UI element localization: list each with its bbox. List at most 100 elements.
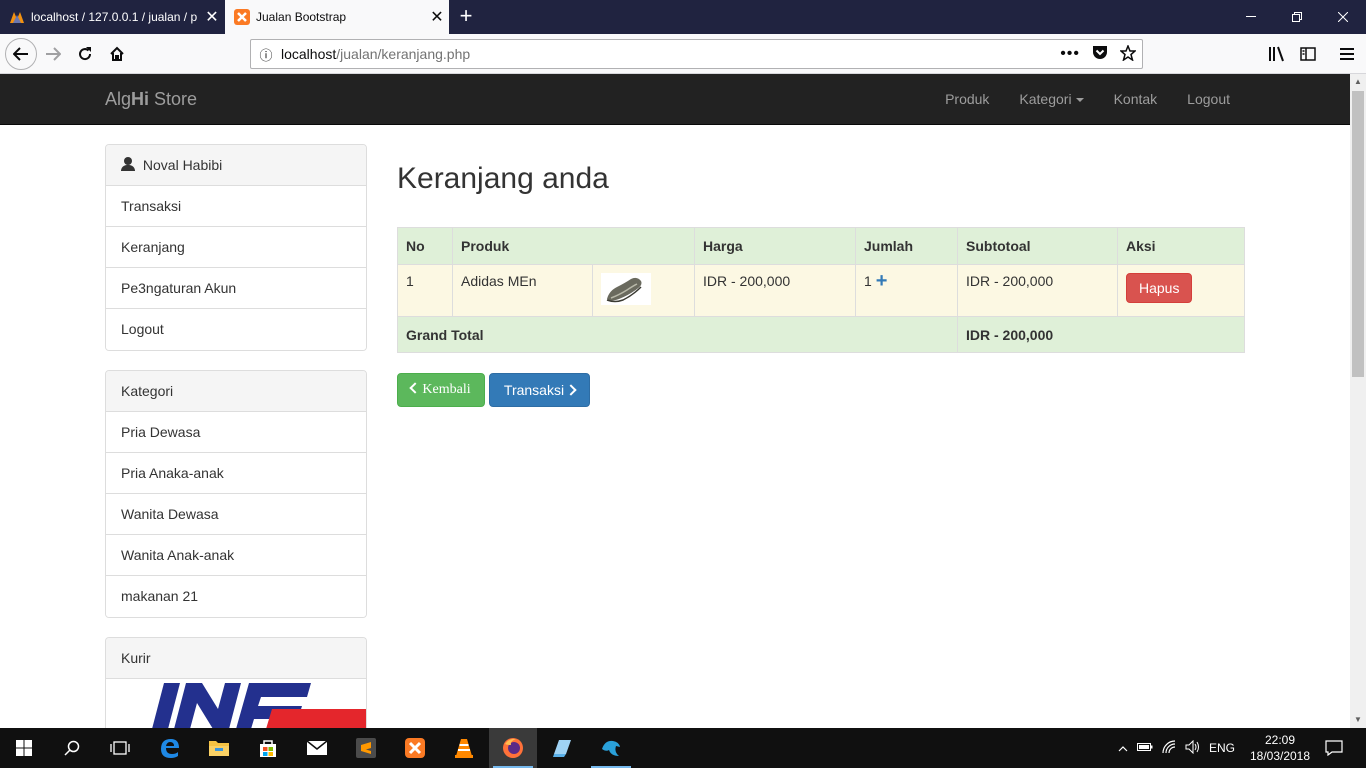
cell-harga: IDR - 200,000 (694, 264, 856, 317)
firefox-icon[interactable] (489, 728, 537, 768)
new-tab-icon[interactable]: + (452, 0, 480, 34)
xampp-icon[interactable] (391, 728, 439, 768)
battery-icon[interactable] (1133, 741, 1157, 755)
clock-time: 22:09 (1264, 733, 1296, 747)
close-tab-icon[interactable]: ✕ (425, 7, 449, 27)
hapus-button[interactable]: Hapus (1126, 273, 1193, 303)
reload-icon[interactable] (70, 39, 100, 69)
column-header-harga: Harga (694, 227, 856, 265)
info-icon[interactable]: ⓘ (251, 45, 281, 64)
bookmark-star-icon[interactable] (1119, 43, 1137, 64)
xampp-icon (234, 9, 250, 25)
system-tray: ENG (1113, 728, 1239, 768)
url-bar[interactable]: ⓘ localhost/jualan/keranjang.php ••• (250, 39, 1143, 69)
task-view-icon[interactable] (96, 728, 144, 768)
store-icon[interactable] (244, 728, 292, 768)
cart-actions: Kembali Transaksi (397, 373, 590, 407)
home-icon[interactable] (102, 39, 132, 69)
column-header-aksi: Aksi (1117, 227, 1245, 265)
sidebar-item-keranjang[interactable]: Keranjang (106, 227, 366, 268)
sidebar-toggle-icon[interactable] (1293, 39, 1323, 69)
user-icon (121, 157, 135, 171)
close-window-icon[interactable] (1320, 0, 1366, 34)
cart-table: No Produk Harga Jumlah Subtotoal Aksi 1 … (397, 227, 1245, 353)
browser-toolbar: ⓘ localhost/jualan/keranjang.php ••• (0, 34, 1366, 74)
menu-icon[interactable] (1332, 39, 1362, 69)
column-header-subtotal: Subtotoal (957, 227, 1118, 265)
clock-date: 18/03/2018 (1249, 749, 1311, 763)
kategori-item[interactable]: Pria Dewasa (106, 412, 366, 453)
kategori-item[interactable]: makanan 21 (106, 576, 366, 617)
chevron-right-icon (565, 384, 577, 396)
restore-icon[interactable] (1274, 0, 1320, 34)
mysql-workbench-icon[interactable] (587, 728, 635, 768)
cell-no: 1 (397, 264, 453, 317)
browser-tab-phpmyadmin[interactable]: localhost / 127.0.0.1 / jualan / p ✕ (0, 0, 224, 34)
windows-start-icon[interactable] (0, 728, 48, 768)
page-actions-icon[interactable]: ••• (1060, 45, 1080, 63)
page-title: Keranjang anda (397, 162, 609, 195)
close-tab-icon[interactable]: ✕ (200, 7, 224, 27)
sidebar-item-logout[interactable]: Logout (106, 309, 366, 350)
forward-icon[interactable] (38, 39, 68, 69)
user-menu: Noval Habibi Transaksi Keranjang Pe3ngat… (105, 144, 367, 351)
taskbar: ENG 22:09 18/03/2018 (0, 728, 1366, 768)
vlc-icon[interactable] (440, 728, 488, 768)
scroll-up-icon[interactable]: ▲ (1350, 74, 1366, 90)
library-icon[interactable] (1262, 39, 1292, 69)
scroll-down-icon[interactable]: ▼ (1350, 712, 1366, 728)
volume-icon[interactable] (1181, 739, 1205, 757)
sublime-text-icon[interactable] (342, 728, 390, 768)
browser-tab-strip: localhost / 127.0.0.1 / jualan / p ✕ Jua… (0, 0, 1366, 34)
pocket-icon[interactable] (1092, 45, 1108, 63)
site-brand[interactable]: AlgHi Store (105, 89, 197, 110)
kategori-item[interactable]: Pria Anaka-anak (106, 453, 366, 494)
notifications-icon[interactable] (1310, 728, 1358, 768)
language-indicator[interactable]: ENG (1205, 741, 1239, 755)
page-viewport: AlgHi Store Produk Kategori Kontak Logou… (0, 74, 1350, 728)
mail-icon[interactable] (293, 728, 341, 768)
nav-logout[interactable]: Logout (1172, 74, 1245, 124)
nav-kategori-dropdown[interactable]: Kategori (1004, 74, 1098, 124)
jne-logo (106, 679, 366, 728)
user-menu-header: Noval Habibi (106, 145, 366, 186)
quantity-value: 1 (864, 273, 872, 289)
nav-produk[interactable]: Produk (930, 74, 1004, 124)
grand-total-row: Grand Total IDR - 200,000 (397, 316, 1245, 353)
site-navbar: AlgHi Store Produk Kategori Kontak Logou… (0, 74, 1350, 125)
kurir-panel: Kurir (105, 637, 367, 728)
search-icon[interactable] (48, 728, 96, 768)
kategori-header: Kategori (106, 371, 366, 412)
app-icon[interactable] (538, 728, 586, 768)
clock[interactable]: 22:09 18/03/2018 (1240, 732, 1320, 764)
chevron-up-icon[interactable] (1113, 741, 1133, 755)
cell-subtotal: IDR - 200,000 (957, 264, 1118, 317)
transaksi-button[interactable]: Transaksi (489, 373, 590, 407)
minimize-icon[interactable] (1228, 0, 1274, 34)
column-header-jumlah: Jumlah (855, 227, 958, 265)
cell-product-image (592, 264, 695, 317)
cell-aksi: Hapus (1117, 264, 1245, 317)
kategori-item[interactable]: Wanita Anak-anak (106, 535, 366, 576)
scrollbar-thumb[interactable] (1352, 91, 1364, 377)
browser-tab-jualan[interactable]: Jualan Bootstrap ✕ (225, 0, 449, 34)
sidebar-item-transaksi[interactable]: Transaksi (106, 186, 366, 227)
sidebar-item-pengaturan-akun[interactable]: Pe3ngaturan Akun (106, 268, 366, 309)
plus-icon[interactable]: + (876, 270, 888, 292)
caret-down-icon (1075, 98, 1084, 103)
chevron-left-icon (409, 382, 422, 394)
nav-kontak[interactable]: Kontak (1099, 74, 1173, 124)
table-header-row: No Produk Harga Jumlah Subtotoal Aksi (397, 227, 1245, 265)
wifi-icon[interactable] (1157, 739, 1181, 757)
url-host: localhost (281, 46, 337, 62)
back-icon[interactable] (5, 38, 37, 70)
tab-label: Jualan Bootstrap (256, 10, 347, 24)
edge-icon[interactable] (146, 728, 194, 768)
cell-jumlah: 1 + (855, 264, 958, 317)
file-explorer-icon[interactable] (195, 728, 243, 768)
page-scrollbar[interactable]: ▲ ▼ (1350, 74, 1366, 728)
kategori-item[interactable]: Wanita Dewasa (106, 494, 366, 535)
kurir-header: Kurir (106, 638, 366, 679)
kembali-button[interactable]: Kembali (397, 373, 485, 407)
column-header-no: No (397, 227, 453, 265)
